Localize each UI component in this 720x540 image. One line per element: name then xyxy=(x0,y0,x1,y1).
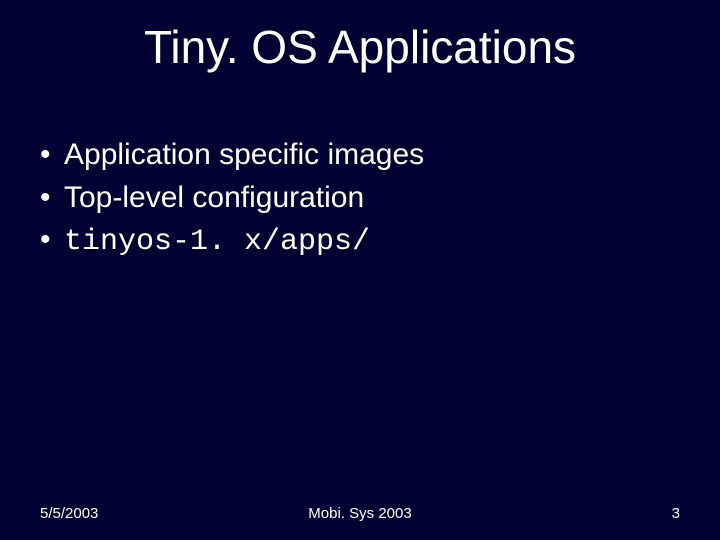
bullet-item: • Top-level configuration xyxy=(40,178,424,219)
footer-page-number: 3 xyxy=(672,505,680,522)
slide: Tiny. OS Applications • Application spec… xyxy=(0,0,720,540)
bullet-item: • tinyos-1. x/apps/ xyxy=(40,220,424,263)
bullet-dot-icon: • xyxy=(40,178,64,219)
bullet-text: Application specific images xyxy=(64,135,424,176)
bullet-dot-icon: • xyxy=(40,220,64,261)
slide-title: Tiny. OS Applications xyxy=(0,20,720,74)
bullet-text: Top-level configuration xyxy=(64,178,364,219)
footer-venue: Mobi. Sys 2003 xyxy=(0,505,720,522)
bullet-text: tinyos-1. x/apps/ xyxy=(64,222,370,263)
bullet-list: • Application specific images • Top-leve… xyxy=(40,135,424,265)
bullet-item: • Application specific images xyxy=(40,135,424,176)
bullet-dot-icon: • xyxy=(40,135,64,176)
